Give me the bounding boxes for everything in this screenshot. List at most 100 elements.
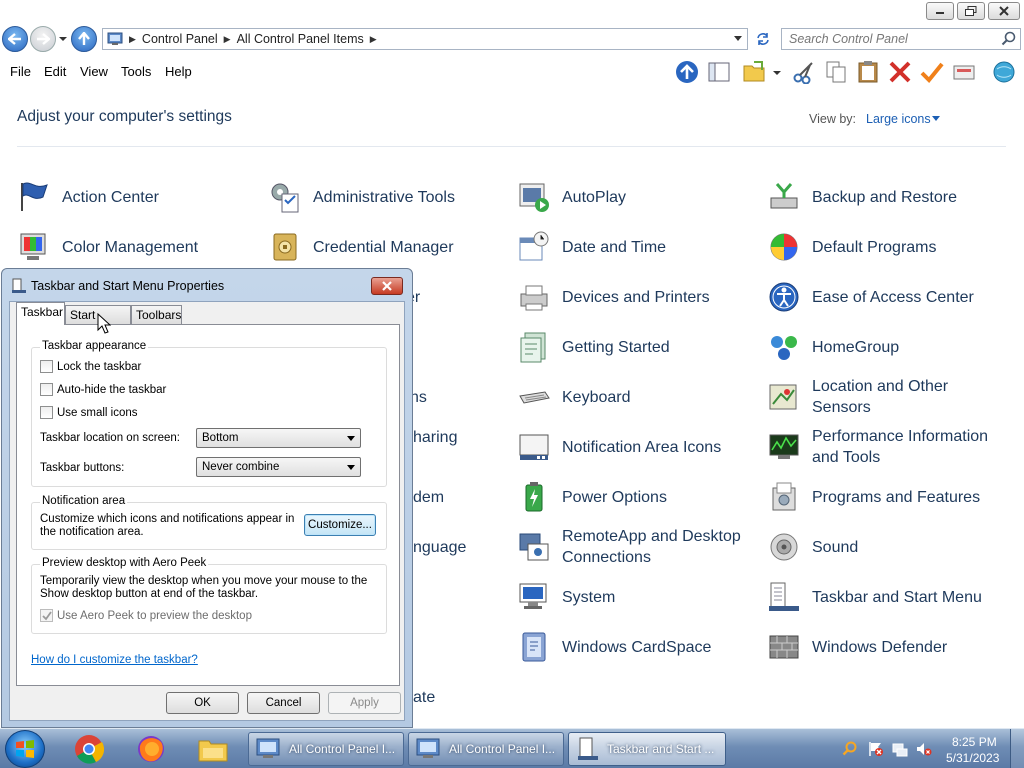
cp-item-backup-and-restore[interactable]: Backup and Restore <box>767 174 1007 220</box>
menu-help[interactable]: Help <box>165 64 192 79</box>
breadcrumb-control-panel[interactable]: Control Panel <box>142 32 218 46</box>
cut-icon[interactable] <box>792 60 816 84</box>
ok-button[interactable]: OK <box>166 692 239 714</box>
close-button[interactable] <box>988 2 1020 20</box>
internet-globe-icon[interactable] <box>992 60 1016 84</box>
group-title: Notification area <box>40 495 128 507</box>
start-button[interactable] <box>5 730 45 768</box>
copy-icon[interactable] <box>824 60 848 84</box>
forward-button[interactable] <box>30 26 56 52</box>
cp-item-partial-label[interactable]: haring <box>413 427 457 448</box>
defender-wall-icon <box>769 635 799 659</box>
menu-edit[interactable]: Edit <box>44 64 66 79</box>
back-button[interactable] <box>2 26 28 52</box>
clock-time[interactable]: 8:25 PM <box>952 735 997 749</box>
cp-item-partial-label[interactable]: ate <box>413 687 435 708</box>
task-control-panel-2[interactable]: All Control Panel I... <box>408 732 564 766</box>
aero-peek-checkbox[interactable]: Use Aero Peek to preview the desktop <box>40 609 252 622</box>
cp-item-notification-area-icons[interactable]: Notification Area Icons <box>517 424 757 470</box>
cp-item-color-management[interactable]: Color Management <box>17 224 257 270</box>
taskbar-buttons-label: Taskbar buttons: <box>40 462 125 474</box>
chrome-icon <box>75 735 104 764</box>
restore-button[interactable] <box>957 2 985 20</box>
paste-icon[interactable] <box>856 60 880 84</box>
menu-tools[interactable]: Tools <box>121 64 151 79</box>
menu-view[interactable]: View <box>80 64 108 79</box>
search-input[interactable]: Search Control Panel <box>781 28 1021 50</box>
address-dropdown-icon[interactable] <box>733 35 743 43</box>
cp-item-devices-and-printers[interactable]: Devices and Printers <box>517 274 757 320</box>
clock-date[interactable]: 5/31/2023 <box>946 751 999 765</box>
checkbox-box[interactable] <box>40 383 53 396</box>
file-explorer-pinned[interactable] <box>186 732 240 766</box>
autohide-taskbar-checkbox[interactable]: Auto-hide the taskbar <box>40 383 166 396</box>
action-center-flag-icon[interactable] <box>868 741 884 757</box>
windows-logo-icon <box>16 740 34 758</box>
search-tray-icon[interactable] <box>842 741 858 757</box>
cp-item-keyboard[interactable]: Keyboard <box>517 374 757 420</box>
cp-item-taskbar-and-start-menu[interactable]: Taskbar and Start Menu <box>767 574 1007 620</box>
cp-item-ease-of-access-center[interactable]: Ease of Access Center <box>767 274 1007 320</box>
checkbox-box[interactable] <box>40 406 53 419</box>
cp-item-remoteapp-and-desktop-connections[interactable]: RemoteApp and Desktop Connections <box>517 524 757 570</box>
view-by-chevron-icon[interactable] <box>932 116 940 122</box>
help-link[interactable]: How do I customize the taskbar? <box>31 654 198 666</box>
cp-item-programs-and-features[interactable]: Programs and Features <box>767 474 1007 520</box>
firefox-pinned[interactable] <box>124 732 178 766</box>
cp-item-default-programs[interactable]: Default Programs <box>767 224 1007 270</box>
cp-item-autoplay[interactable]: AutoPlay <box>517 174 757 220</box>
cp-item-system[interactable]: System <box>517 574 757 620</box>
taskbar-buttons-select[interactable]: Never combine <box>196 457 361 477</box>
cp-item-getting-started[interactable]: Getting Started <box>517 324 757 370</box>
cp-item-windows-cardspace[interactable]: Windows CardSpace <box>517 624 757 670</box>
cp-item-partial-label[interactable]: nguage <box>413 537 466 558</box>
cp-item-homegroup[interactable]: HomeGroup <box>767 324 1007 370</box>
taskbar-location-select[interactable]: Bottom <box>196 428 361 448</box>
cp-item-action-center[interactable]: Action Center <box>17 174 257 220</box>
dialog-titlebar[interactable]: Taskbar and Start Menu Properties <box>2 269 412 301</box>
volume-muted-icon[interactable] <box>916 741 932 757</box>
network-icon[interactable] <box>892 741 908 757</box>
up-folder-icon[interactable] <box>675 60 699 84</box>
cp-item-windows-defender[interactable]: Windows Defender <box>767 624 1007 670</box>
delete-icon[interactable] <box>888 60 912 84</box>
accessibility-icon <box>769 282 799 312</box>
minimize-button[interactable] <box>926 2 954 20</box>
address-bar[interactable]: ▶ Control Panel ▶ All Control Panel Item… <box>102 28 748 50</box>
task-taskbar-properties[interactable]: Taskbar and Start ... <box>568 732 726 766</box>
view-by-dropdown[interactable]: Large icons <box>866 112 931 126</box>
cp-item-performance-information-and-tools[interactable]: Performance Information and Tools <box>767 424 1007 470</box>
folder-options-icon[interactable] <box>742 60 766 84</box>
cp-item-location-and-other-sensors[interactable]: Location and Other Sensors <box>767 374 1007 420</box>
cp-item-sound[interactable]: Sound <box>767 524 1007 570</box>
cp-item-partial-label[interactable]: dem <box>413 487 444 508</box>
apply-button[interactable]: Apply <box>328 692 401 714</box>
cp-item-credential-manager[interactable]: Credential Manager <box>268 224 508 270</box>
breadcrumb-all-items[interactable]: All Control Panel Items <box>237 32 364 46</box>
chrome-pinned[interactable] <box>62 732 116 766</box>
checkbox-box[interactable] <box>40 609 53 622</box>
taskbar-appearance-group: Taskbar appearance Lock the taskbar Auto… <box>31 340 387 487</box>
small-icons-checkbox[interactable]: Use small icons <box>40 406 138 419</box>
tab-taskbar[interactable]: Taskbar <box>16 302 65 325</box>
up-button[interactable] <box>71 26 97 52</box>
folder-options-dropdown-icon[interactable] <box>770 60 784 84</box>
task-control-panel-1[interactable]: All Control Panel I... <box>248 732 404 766</box>
recent-pages-dropdown-icon[interactable] <box>58 33 68 45</box>
checkbox-box[interactable] <box>40 360 53 373</box>
cp-item-administrative-tools[interactable]: Administrative Tools <box>268 174 508 220</box>
panes-icon[interactable] <box>707 60 731 84</box>
properties-icon[interactable] <box>952 60 976 84</box>
tab-toolbars[interactable]: Toolbars <box>131 305 182 325</box>
refresh-button[interactable] <box>752 28 774 50</box>
customize-button[interactable]: Customize... <box>304 514 376 536</box>
cp-item-power-options[interactable]: Power Options <box>517 474 757 520</box>
dialog-close-button[interactable] <box>371 277 403 295</box>
show-desktop-button[interactable] <box>1010 729 1024 768</box>
cp-item-date-and-time[interactable]: Date and Time <box>517 224 757 270</box>
properties-check-icon[interactable] <box>920 60 944 84</box>
menu-file[interactable]: File <box>10 64 31 79</box>
lock-taskbar-checkbox[interactable]: Lock the taskbar <box>40 360 141 373</box>
cancel-button[interactable]: Cancel <box>247 692 320 714</box>
search-icon[interactable] <box>1001 31 1017 47</box>
